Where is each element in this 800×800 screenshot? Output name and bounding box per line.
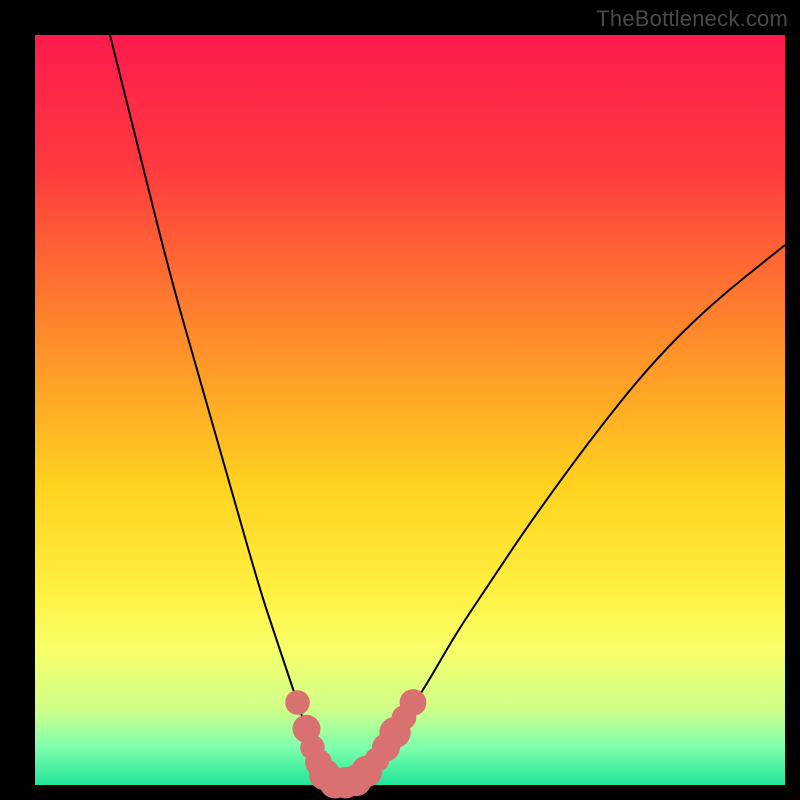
highlight-dot [400,689,427,716]
watermark-text: TheBottleneck.com [596,6,788,32]
plot-background [35,35,785,785]
highlight-dot [285,690,310,715]
bottleneck-chart [0,0,800,800]
chart-frame: TheBottleneck.com [0,0,800,800]
